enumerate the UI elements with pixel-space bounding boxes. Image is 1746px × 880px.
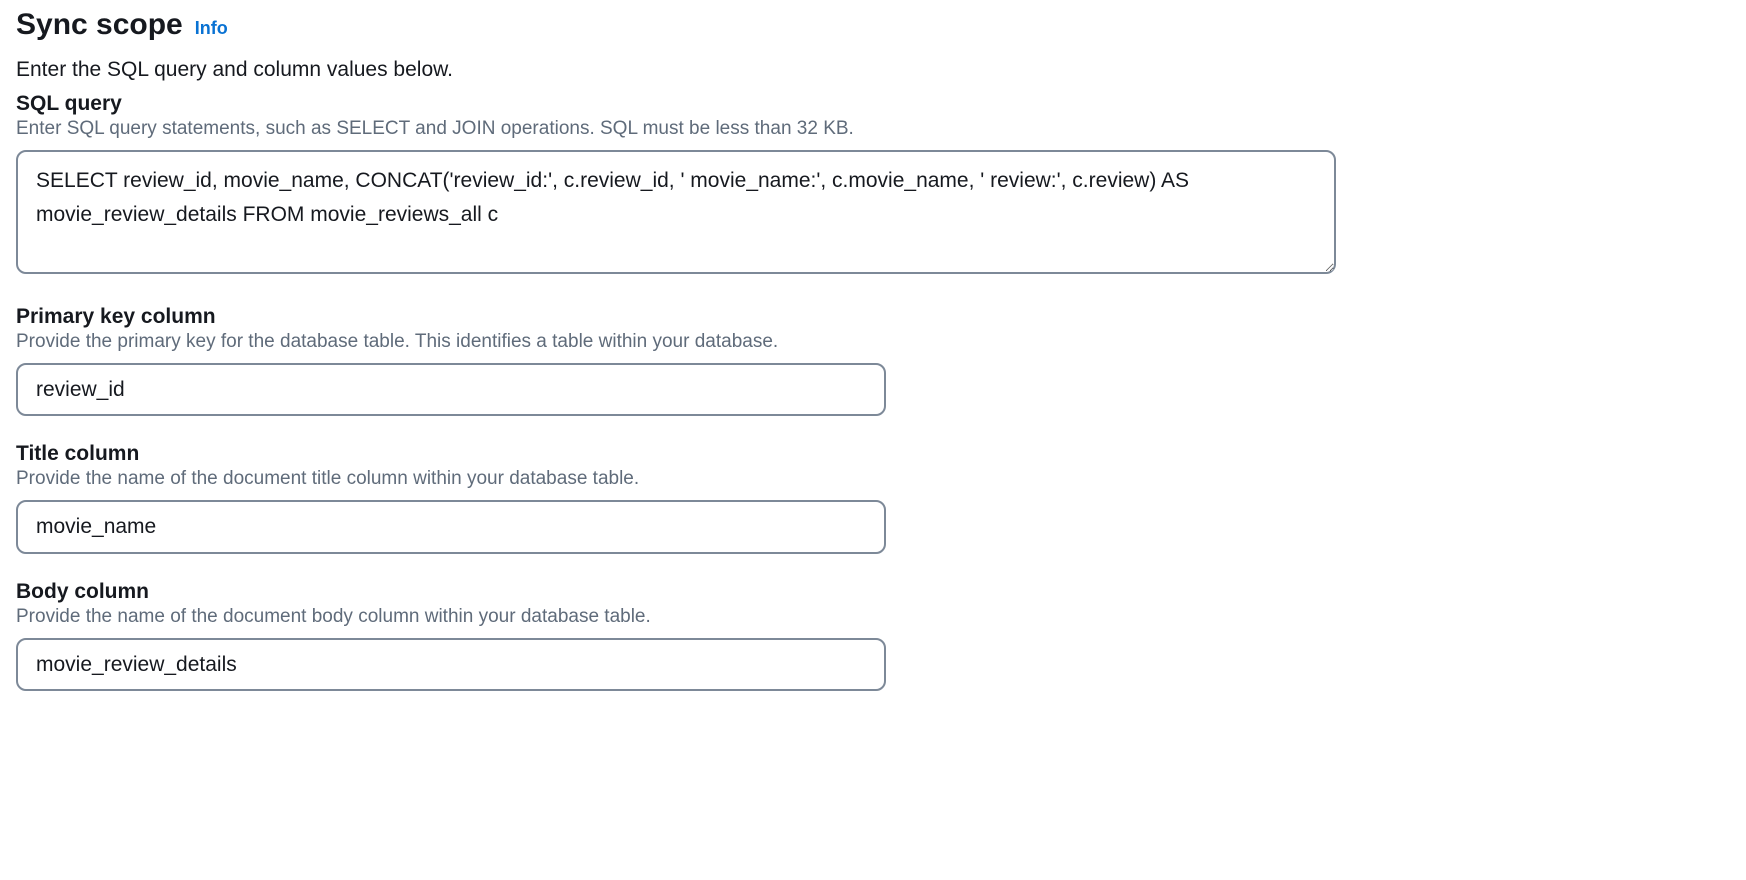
title-column-hint: Provide the name of the document title c…: [16, 468, 1730, 490]
primary-key-hint: Provide the primary key for the database…: [16, 331, 1730, 353]
section-title: Sync scope: [16, 8, 183, 42]
info-link[interactable]: Info: [195, 18, 228, 39]
title-column-input[interactable]: [16, 500, 886, 553]
section-intro: Enter the SQL query and column values be…: [16, 58, 1730, 82]
sql-query-label: SQL query: [16, 92, 1730, 116]
body-column-label: Body column: [16, 580, 1730, 604]
primary-key-input[interactable]: [16, 363, 886, 416]
primary-key-label: Primary key column: [16, 305, 1730, 329]
sql-query-field-group: SQL query Enter SQL query statements, su…: [16, 92, 1730, 279]
section-header: Sync scope Info: [16, 8, 1730, 42]
title-column-label: Title column: [16, 442, 1730, 466]
sql-query-hint: Enter SQL query statements, such as SELE…: [16, 118, 1730, 140]
body-column-hint: Provide the name of the document body co…: [16, 606, 1730, 628]
title-column-field-group: Title column Provide the name of the doc…: [16, 442, 1730, 553]
body-column-input[interactable]: [16, 638, 886, 691]
primary-key-field-group: Primary key column Provide the primary k…: [16, 305, 1730, 416]
body-column-field-group: Body column Provide the name of the docu…: [16, 580, 1730, 691]
sql-query-input[interactable]: [16, 150, 1336, 274]
